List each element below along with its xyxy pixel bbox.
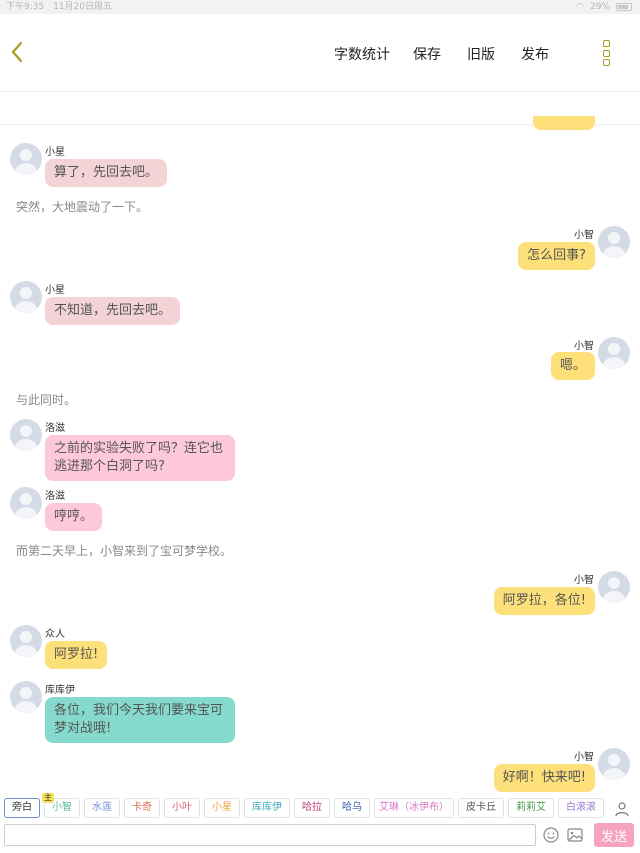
character-chip-narrator[interactable]: 旁白 xyxy=(4,798,40,818)
chip-label: 库库伊 xyxy=(252,802,282,813)
more-button[interactable] xyxy=(598,40,614,66)
avatar[interactable] xyxy=(10,625,42,657)
chip-label: 小叶 xyxy=(172,802,192,813)
save-button[interactable]: 保存 xyxy=(413,44,441,64)
avatar[interactable] xyxy=(598,226,630,258)
avatar[interactable] xyxy=(10,487,42,519)
chip-label: 小星 xyxy=(212,802,232,813)
person-icon xyxy=(615,802,629,817)
avatar[interactable] xyxy=(598,337,630,369)
message-input[interactable] xyxy=(4,824,536,846)
wifi-icon: ◠ xyxy=(576,2,584,12)
speaker-name: 小智 xyxy=(574,341,594,352)
avatar[interactable] xyxy=(10,681,42,713)
speaker-name: 众人 xyxy=(45,629,65,640)
message-bubble[interactable]: 阿罗拉! xyxy=(45,641,108,669)
avatar[interactable] xyxy=(10,281,42,313)
chip-label: 水莲 xyxy=(92,802,112,813)
image-icon xyxy=(567,828,583,842)
chip-label: 小智 xyxy=(52,802,72,813)
chip-label: 哈拉 xyxy=(302,802,322,813)
message-bubble[interactable]: 嗯。 xyxy=(550,352,595,380)
chevron-left-icon xyxy=(11,41,23,63)
status-date: 11月20日周五 xyxy=(53,2,112,12)
narration-text[interactable]: 突然，大地震动了一下。 xyxy=(16,198,148,215)
character-chip-shuilian[interactable]: 水莲 xyxy=(84,798,120,818)
avatar[interactable] xyxy=(598,748,630,780)
battery-icon xyxy=(616,3,632,11)
character-manage-button[interactable] xyxy=(612,800,632,818)
status-time-date: 下午9:35 11月20日周五 xyxy=(6,0,112,14)
input-bar: 发送 xyxy=(0,822,640,853)
character-chip-hawu[interactable]: 哈乌 xyxy=(334,798,370,818)
character-chip-xiaozhi[interactable]: 主小智 xyxy=(42,793,80,818)
image-button[interactable] xyxy=(566,826,584,844)
message-bubble[interactable]: 各位，我们今天我们要来宝可梦对战哦! xyxy=(45,697,235,743)
message-bubble[interactable]: 好啊！快来吧! xyxy=(493,764,595,792)
speaker-name: 小星 xyxy=(45,285,65,296)
character-chip-kaqi[interactable]: 卡奇 xyxy=(124,798,160,818)
character-chip-pikachu[interactable]: 皮卡丘 xyxy=(458,798,504,818)
character-chip-baigungun[interactable]: 白滚滚 xyxy=(558,798,604,818)
chip-label: 白滚滚 xyxy=(566,802,596,813)
more-dot xyxy=(602,59,610,66)
header: 字数统计 保存 旧版 发布 xyxy=(0,14,640,92)
speaker-name: 小智 xyxy=(574,575,594,586)
emoji-button[interactable] xyxy=(542,826,560,844)
character-selector: 旁白 主小智 水莲 卡奇 小叶 小星 库库伊 哈拉 哈乌 艾琳（冰伊布） 皮卡丘… xyxy=(0,793,640,820)
status-time: 下午9:35 xyxy=(6,2,45,12)
publish-button[interactable]: 发布 xyxy=(521,44,549,64)
character-chip-xiaoye[interactable]: 小叶 xyxy=(164,798,200,818)
old-version-button[interactable]: 旧版 xyxy=(467,44,495,64)
speaker-name: 洛滋 xyxy=(45,423,65,434)
avatar[interactable] xyxy=(10,143,42,175)
send-button[interactable]: 发送 xyxy=(594,823,634,847)
narration-text[interactable]: 而第二天早上，小智来到了宝可梦学校。 xyxy=(16,542,232,559)
character-chip-hala[interactable]: 哈拉 xyxy=(294,798,330,818)
status-right: ◠ 29% xyxy=(576,0,632,14)
previous-message-bubble xyxy=(533,116,595,130)
character-chip-ailin[interactable]: 艾琳（冰伊布） xyxy=(374,798,454,818)
character-chip-lilyai[interactable]: 莉莉艾 xyxy=(508,798,554,818)
chip-label: 卡奇 xyxy=(132,802,152,813)
more-dot xyxy=(602,49,610,57)
message-bubble[interactable]: 之前的实验失败了吗？连它也逃进那个白洞了吗? xyxy=(45,435,235,481)
speaker-name: 小智 xyxy=(574,752,594,763)
narration-text[interactable]: 与此同时。 xyxy=(16,391,76,408)
word-count-button[interactable]: 字数统计 xyxy=(334,44,390,64)
speaker-name: 小智 xyxy=(574,230,594,241)
chip-label: 哈乌 xyxy=(342,802,362,813)
avatar[interactable] xyxy=(10,419,42,451)
message-bubble[interactable]: 阿罗拉，各位! xyxy=(493,587,595,615)
message-bubble[interactable]: 算了，先回去吧。 xyxy=(45,159,168,187)
back-button[interactable] xyxy=(6,38,28,66)
main-role-badge: 主 xyxy=(42,793,54,803)
more-vertical-icon xyxy=(602,40,610,47)
chip-label: 艾琳（冰伊布） xyxy=(379,802,449,813)
speaker-name: 库库伊 xyxy=(45,685,75,696)
chat-area[interactable]: 小星 算了，先回去吧。 突然，大地震动了一下。 小智 怎么回事? 小星 不知道，… xyxy=(0,92,640,792)
character-chip-kukuyi[interactable]: 库库伊 xyxy=(244,798,290,818)
chip-label: 皮卡丘 xyxy=(466,802,496,813)
status-bar: 下午9:35 11月20日周五 ◠ 29% xyxy=(0,0,640,14)
speaker-name: 小星 xyxy=(45,147,65,158)
emoji-icon xyxy=(543,827,559,843)
message-bubble[interactable]: 不知道，先回去吧。 xyxy=(45,297,181,325)
avatar[interactable] xyxy=(598,571,630,603)
speaker-name: 洛滋 xyxy=(45,491,65,502)
character-chip-xiaoxing[interactable]: 小星 xyxy=(204,798,240,818)
chip-label: 旁白 xyxy=(12,802,32,813)
message-bubble[interactable]: 怎么回事? xyxy=(518,242,595,270)
chip-label: 莉莉艾 xyxy=(516,802,546,813)
message-bubble[interactable]: 哼哼。 xyxy=(45,503,103,531)
battery-percent: 29% xyxy=(589,2,610,12)
